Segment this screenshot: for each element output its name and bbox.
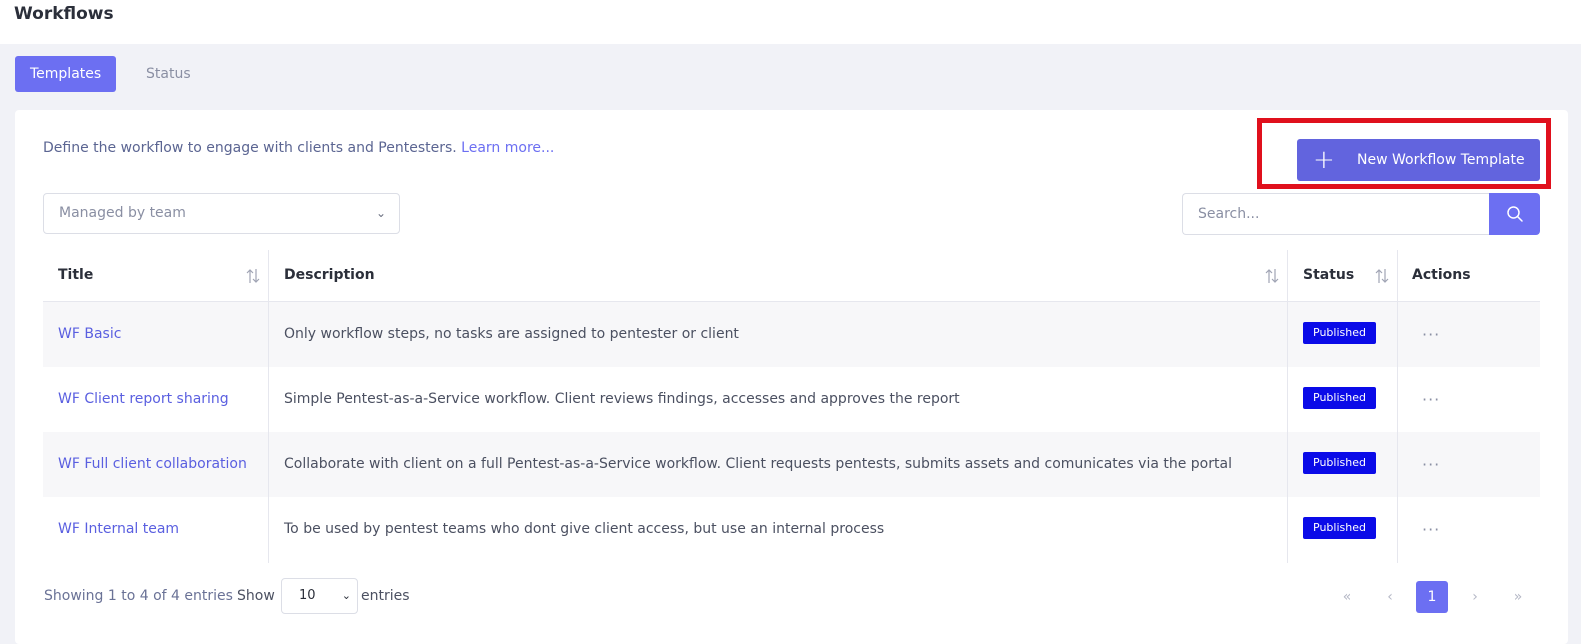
next-page-button[interactable]: › (1459, 581, 1491, 613)
workflow-title-link[interactable]: WF Full client collaboration (58, 456, 247, 472)
double-chevron-right-icon: » (1513, 589, 1523, 605)
search-button[interactable] (1489, 193, 1540, 235)
column-divider (1397, 250, 1398, 563)
sort-icon (1375, 269, 1389, 283)
new-workflow-template-label: New Workflow Template (1357, 152, 1525, 168)
description-cell: Collaborate with client on a full Pentes… (284, 456, 1232, 472)
title-cell: WF Internal team (43, 497, 269, 562)
workflow-title-link[interactable]: WF Client report sharing (58, 391, 229, 407)
actions-cell: ··· (1407, 367, 1440, 432)
chevron-down-icon: ⌄ (341, 589, 351, 602)
chevron-right-icon: › (1472, 589, 1478, 605)
chevron-down-icon: ⌄ (375, 206, 386, 220)
team-filter-value: Managed by team (59, 205, 186, 221)
actions-cell: ··· (1407, 497, 1440, 562)
search-input[interactable] (1182, 193, 1489, 235)
status-cell: Published (1288, 497, 1376, 562)
tab-status[interactable]: Status (131, 56, 206, 92)
page-button-current[interactable]: 1 (1416, 581, 1448, 613)
title-cell: WF Full client collaboration (43, 432, 269, 497)
column-divider (268, 250, 269, 563)
workflow-title-link[interactable]: WF Internal team (58, 521, 179, 537)
actions-cell: ··· (1407, 302, 1440, 367)
column-divider (1287, 250, 1288, 563)
more-actions-icon[interactable]: ··· (1422, 390, 1440, 409)
more-actions-icon[interactable]: ··· (1422, 325, 1440, 344)
new-workflow-template-button[interactable]: + New Workflow Template (1297, 139, 1540, 181)
status-cell: Published (1288, 302, 1376, 367)
intro-description: Define the workflow to engage with clien… (43, 140, 457, 156)
search-icon (1506, 206, 1523, 222)
column-header-title[interactable]: Title (43, 250, 268, 302)
column-header-actions: Actions (1412, 267, 1471, 283)
column-header-status[interactable]: Status (1288, 250, 1397, 302)
title-cell: WF Basic (43, 302, 269, 367)
status-cell: Published (1288, 432, 1376, 497)
page-title: Workflows (14, 4, 114, 24)
status-badge: Published (1303, 386, 1376, 409)
workflow-title-link[interactable]: WF Basic (58, 326, 121, 342)
entries-label: entries (361, 588, 410, 604)
learn-more-link[interactable]: Learn more... (461, 140, 554, 156)
double-chevron-left-icon: « (1342, 589, 1352, 605)
description-cell: Only workflow steps, no tasks are assign… (284, 326, 739, 342)
title-cell: WF Client report sharing (43, 367, 269, 432)
column-header-description[interactable]: Description (269, 250, 1288, 302)
last-page-button[interactable]: » (1502, 581, 1534, 613)
previous-page-button[interactable]: ‹ (1374, 581, 1406, 613)
first-page-button[interactable]: « (1331, 581, 1363, 613)
chevron-left-icon: ‹ (1387, 589, 1393, 605)
sort-icon (246, 269, 260, 283)
show-label: Show (237, 588, 275, 604)
team-filter-select[interactable]: Managed by team ⌄ (43, 193, 400, 234)
description-cell: Simple Pentest-as-a-Service workflow. Cl… (284, 391, 960, 407)
status-badge: Published (1303, 321, 1376, 344)
status-badge: Published (1303, 451, 1376, 474)
more-actions-icon[interactable]: ··· (1422, 520, 1440, 539)
page-size-value: 10 (299, 588, 316, 603)
intro-text: Define the workflow to engage with clien… (43, 140, 554, 156)
description-cell: To be used by pentest teams who dont giv… (284, 521, 885, 537)
status-cell: Published (1288, 367, 1376, 432)
entries-info: Showing 1 to 4 of 4 entries (44, 588, 233, 604)
page-header: Workflows (0, 0, 1581, 44)
status-badge: Published (1303, 516, 1376, 539)
tab-templates[interactable]: Templates (15, 56, 117, 92)
plus-icon: + (1313, 145, 1335, 175)
page-size-select[interactable]: 10 ⌄ (281, 578, 358, 614)
templates-card: Define the workflow to engage with clien… (15, 110, 1568, 644)
actions-cell: ··· (1407, 432, 1440, 497)
sort-icon (1265, 269, 1279, 283)
more-actions-icon[interactable]: ··· (1422, 455, 1440, 474)
